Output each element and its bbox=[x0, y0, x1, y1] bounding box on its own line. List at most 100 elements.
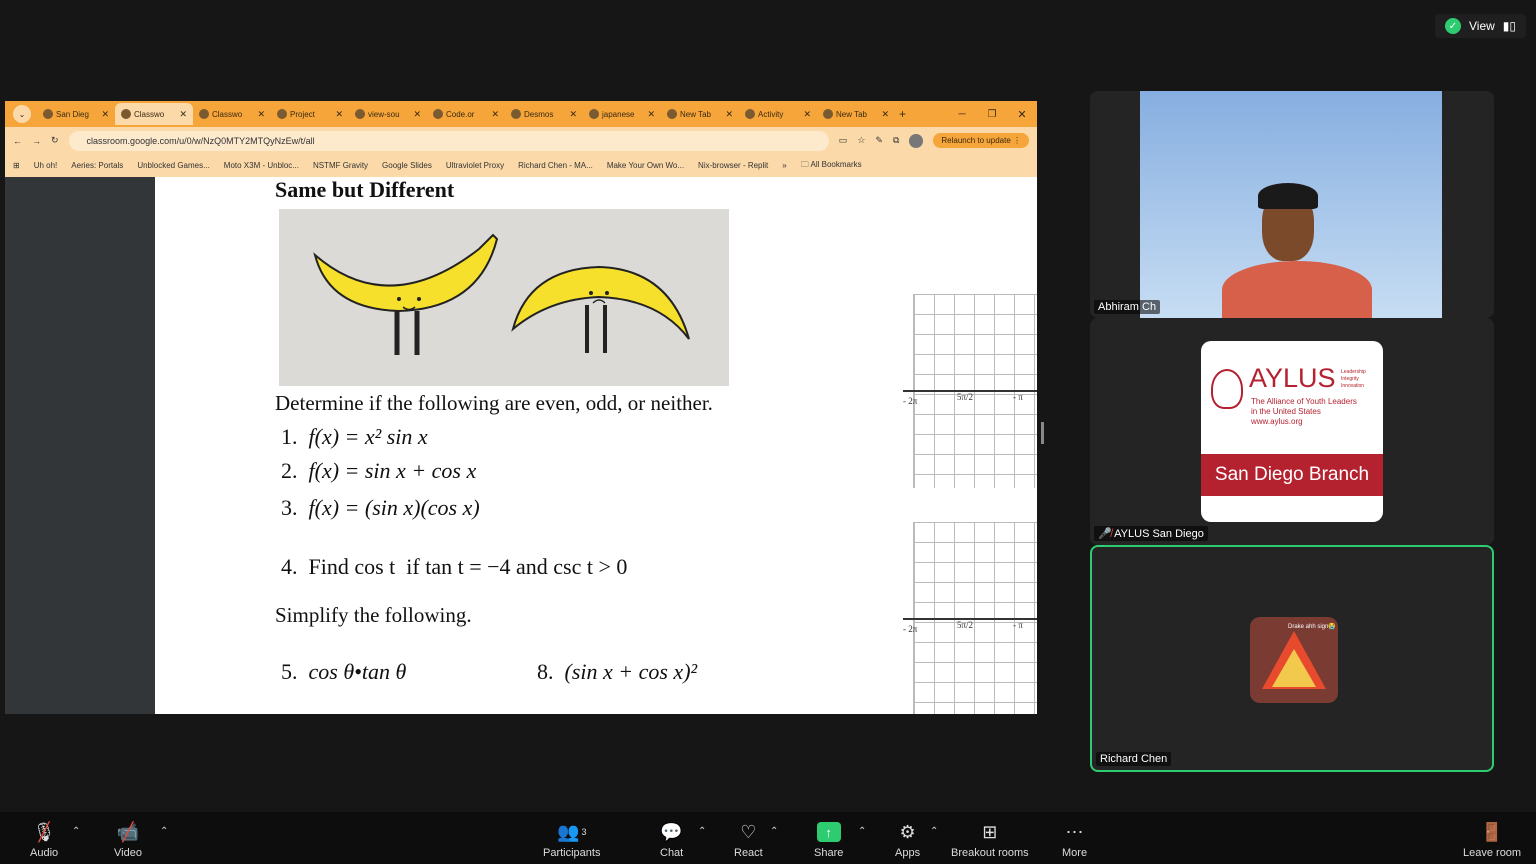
viewer-margin bbox=[5, 177, 155, 714]
participant-avatar: Drake ahh sign😭 bbox=[1250, 617, 1338, 703]
browser-tab[interactable]: japanese ✕ bbox=[583, 103, 661, 125]
torch-bulb-icon bbox=[1211, 369, 1243, 409]
bookmark[interactable]: Uh oh! bbox=[34, 161, 58, 170]
panel-resize-handle[interactable] bbox=[1041, 422, 1044, 444]
share-screen-icon: ↑ bbox=[816, 820, 841, 844]
bookmark-star-icon[interactable]: ☆ bbox=[857, 135, 865, 146]
browser-tab[interactable]: San Dieg ✕ bbox=[37, 103, 115, 125]
more-button[interactable]: ⋯ More bbox=[1062, 820, 1087, 860]
video-tile-richard[interactable]: Drake ahh sign😭 Richard Chen bbox=[1090, 545, 1494, 772]
extension-icon[interactable]: ✎ bbox=[875, 135, 883, 146]
leave-door-icon: 🚪 bbox=[1480, 821, 1504, 842]
chat-button[interactable]: 💬 Chat bbox=[660, 820, 683, 860]
tab-favicon bbox=[667, 109, 677, 119]
tab-favicon bbox=[823, 109, 833, 119]
bookmark[interactable]: Make Your Own Wo... bbox=[607, 161, 684, 170]
browser-tab[interactable]: Code.or ✕ bbox=[427, 103, 505, 125]
bookmark[interactable]: Richard Chen - MA... bbox=[518, 161, 593, 170]
react-button[interactable]: ♡ React bbox=[734, 820, 763, 860]
new-tab-button[interactable]: + bbox=[899, 107, 906, 121]
tab-favicon bbox=[745, 109, 755, 119]
close-tab-icon[interactable]: ✕ bbox=[413, 109, 421, 120]
screen-share: ⌄ San Dieg ✕ Classwo ✕ Classwo ✕ Project ✕ v… bbox=[5, 101, 1037, 714]
all-bookmarks-folder[interactable]: 🗀 All Bookmarks bbox=[801, 159, 862, 173]
document-page: Same but Different Determine if the foll… bbox=[155, 177, 1037, 714]
browser-tab-active[interactable]: Classwo ✕ bbox=[115, 103, 193, 125]
apps-options-caret[interactable]: ⌃ bbox=[930, 826, 938, 837]
chat-icon: 💬 bbox=[660, 821, 683, 842]
participant-name: 🎤̸ AYLUS San Diego bbox=[1094, 526, 1208, 541]
bookmark[interactable]: Google Slides bbox=[382, 161, 432, 170]
bookmarks-bar: ⊞ Uh oh! Aeries: Portals Unblocked Games… bbox=[5, 154, 1037, 177]
audio-options-caret[interactable]: ⌃ bbox=[72, 826, 80, 837]
page-viewport: Same but Different Determine if the foll… bbox=[5, 177, 1037, 714]
video-button[interactable]: 📹 ╱ Video bbox=[114, 820, 142, 860]
bookmark[interactable]: Nix-browser - Replit bbox=[698, 161, 768, 170]
leave-room-button[interactable]: 🚪 Leave room bbox=[1463, 820, 1521, 860]
heart-icon: ♡ bbox=[740, 821, 757, 842]
tab-favicon bbox=[589, 109, 599, 119]
browser-tab[interactable]: view-sou ✕ bbox=[349, 103, 427, 125]
close-tab-icon[interactable]: ✕ bbox=[179, 109, 187, 120]
close-tab-icon[interactable]: ✕ bbox=[647, 109, 655, 120]
video-options-caret[interactable]: ⌃ bbox=[160, 826, 168, 837]
bookmark[interactable]: Moto X3M - Unbloc... bbox=[224, 161, 299, 170]
view-menu[interactable]: ✓ View ▮▯ bbox=[1434, 14, 1526, 38]
browser-tab[interactable]: Desmos ✕ bbox=[505, 103, 583, 125]
chat-options-caret[interactable]: ⌃ bbox=[698, 826, 706, 837]
grid-view-icon: ▮▯ bbox=[1502, 19, 1516, 33]
relaunch-button[interactable]: Relaunch to update ⋮ bbox=[933, 133, 1029, 148]
close-tab-icon[interactable]: ✕ bbox=[335, 109, 343, 120]
people-icon: 👥 3 bbox=[557, 821, 587, 842]
breakout-rooms-button[interactable]: ⊞ Breakout rooms bbox=[951, 820, 1029, 860]
close-tab-icon[interactable]: ✕ bbox=[257, 109, 265, 120]
banana-illustration bbox=[279, 209, 729, 386]
participant-name: Richard Chen bbox=[1096, 752, 1172, 766]
close-tab-icon[interactable]: ✕ bbox=[881, 109, 889, 120]
bookmark[interactable]: NSTMF Gravity bbox=[313, 161, 368, 170]
close-tab-icon[interactable]: ✕ bbox=[803, 109, 811, 120]
apps-button[interactable]: ⚙ Apps bbox=[895, 820, 920, 860]
browser-tab[interactable]: Activity ✕ bbox=[739, 103, 817, 125]
browser-tab[interactable]: New Tab ✕ bbox=[661, 103, 739, 125]
meeting-toolbar: 🎙 ╱ Audio ⌃ 📹 ╱ Video ⌃ 👥 3 Participants 💬 Chat… bbox=[0, 812, 1536, 864]
close-tab-icon[interactable]: ✕ bbox=[491, 109, 499, 120]
share-button[interactable]: ↑ Share bbox=[814, 820, 843, 859]
browser-tab[interactable]: Project ✕ bbox=[271, 103, 349, 125]
bookmarks-overflow[interactable]: » bbox=[782, 161, 786, 170]
share-options-caret[interactable]: ⌃ bbox=[858, 826, 866, 837]
browser-tab[interactable]: New Tab ✕ bbox=[817, 103, 895, 125]
url-input[interactable]: classroom.google.com/u/0/w/NzQ0MTY2MTQyN… bbox=[68, 130, 829, 151]
close-tab-icon[interactable]: ✕ bbox=[569, 109, 577, 120]
bookmark[interactable]: Aeries: Portals bbox=[71, 161, 123, 170]
cast-icon[interactable]: ▭ bbox=[839, 135, 848, 146]
browser-tab[interactable]: Classwo ✕ bbox=[193, 103, 271, 125]
restore-icon[interactable]: ❐ bbox=[977, 109, 1007, 120]
tab-favicon bbox=[433, 109, 443, 119]
problem-5: 5. cos θ•tan θ bbox=[281, 659, 407, 684]
puzzle-icon[interactable]: ⧉ bbox=[893, 135, 899, 146]
simplify-heading: Simplify the following. bbox=[275, 603, 472, 627]
apps-grid-icon[interactable]: ⊞ bbox=[13, 161, 20, 170]
tab-favicon bbox=[121, 109, 131, 119]
bookmark[interactable]: Unblocked Games... bbox=[137, 161, 209, 170]
doc-heading: Same but Different bbox=[275, 177, 455, 202]
tab-search-icon[interactable]: ⌄ bbox=[13, 105, 31, 123]
close-tab-icon[interactable]: ✕ bbox=[725, 109, 733, 120]
react-options-caret[interactable]: ⌃ bbox=[770, 826, 778, 837]
reload-icon[interactable]: ↻ bbox=[51, 135, 59, 146]
audio-button[interactable]: 🎙 ╱ Audio bbox=[30, 820, 58, 860]
profile-avatar[interactable] bbox=[909, 133, 924, 148]
view-label: View bbox=[1468, 19, 1495, 33]
bookmark[interactable]: Ultraviolet Proxy bbox=[446, 161, 504, 170]
video-tile-abhiram[interactable]: Abhiram Ch bbox=[1090, 91, 1494, 318]
instruction-text: Determine if the following are even, odd… bbox=[275, 391, 713, 415]
back-icon[interactable]: ← bbox=[13, 136, 22, 146]
forward-icon[interactable]: → bbox=[32, 136, 41, 146]
window-close-icon[interactable]: ✕ bbox=[1007, 108, 1037, 121]
video-tile-aylus[interactable]: AYLUS Leadership Integrity Innovation The … bbox=[1090, 318, 1494, 545]
participants-button[interactable]: 👥 3 Participants bbox=[543, 820, 600, 860]
minimize-icon[interactable]: ─ bbox=[947, 109, 977, 120]
browser-tab-bar: ⌄ San Dieg ✕ Classwo ✕ Classwo ✕ Project ✕ v… bbox=[5, 101, 1037, 127]
close-tab-icon[interactable]: ✕ bbox=[101, 109, 109, 120]
